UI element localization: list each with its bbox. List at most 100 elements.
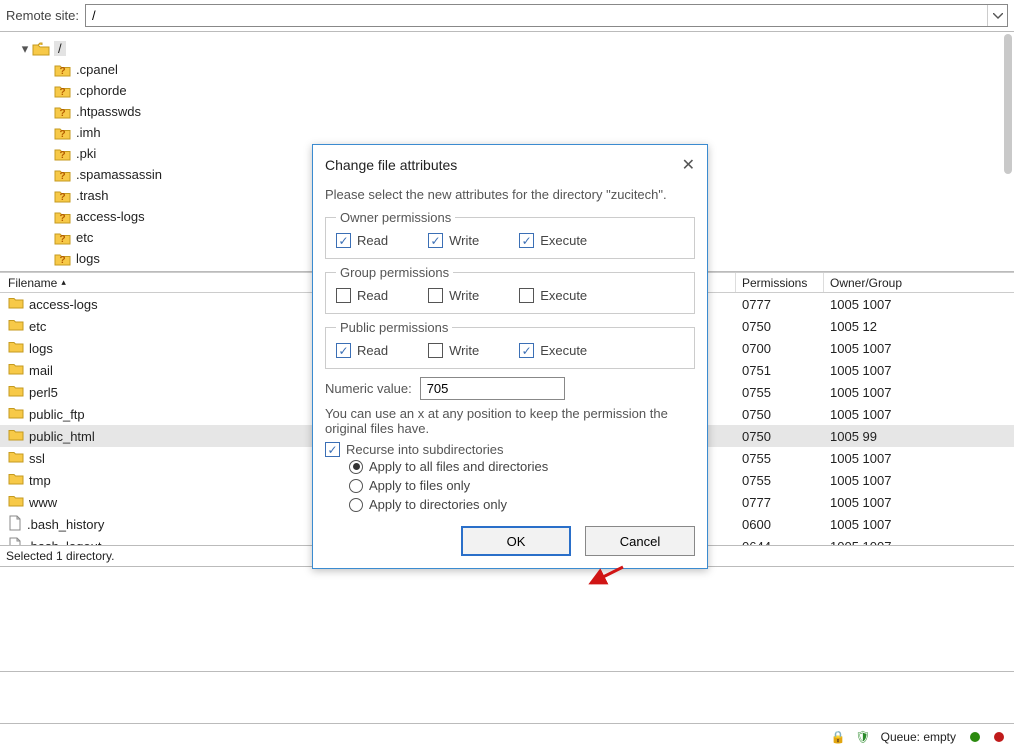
unknown-folder-icon: ? bbox=[54, 231, 72, 245]
file-owner: 1005 1007 bbox=[824, 363, 1014, 378]
file-permissions: 0755 bbox=[736, 473, 824, 488]
file-name: mail bbox=[29, 363, 53, 378]
apply-dirs-radio[interactable]: Apply to directories only bbox=[325, 495, 695, 514]
file-owner: 1005 1007 bbox=[824, 451, 1014, 466]
file-owner: 1005 1007 bbox=[824, 297, 1014, 312]
folder-icon bbox=[8, 384, 24, 400]
tree-item-label: .imh bbox=[76, 125, 101, 140]
change-attributes-dialog: Change file attributes ✕ Please select t… bbox=[312, 144, 708, 569]
close-icon[interactable]: ✕ bbox=[682, 155, 695, 175]
file-name: public_html bbox=[29, 429, 95, 444]
svg-text:?: ? bbox=[59, 192, 65, 203]
recurse-checkbox[interactable]: Recurse into subdirectories bbox=[325, 442, 695, 457]
tree-item-label: logs bbox=[76, 251, 100, 266]
public-permissions-group: Public permissions Read Write Execute bbox=[325, 320, 695, 369]
unknown-folder-icon: ? bbox=[54, 126, 72, 140]
folder-icon bbox=[8, 340, 24, 356]
unknown-folder-icon: ? bbox=[54, 210, 72, 224]
group-read-checkbox[interactable]: Read bbox=[336, 288, 388, 303]
ok-button[interactable]: OK bbox=[461, 526, 571, 556]
file-permissions: 0777 bbox=[736, 297, 824, 312]
file-icon bbox=[8, 515, 22, 534]
public-execute-checkbox[interactable]: Execute bbox=[519, 343, 587, 358]
unknown-folder-icon: ? bbox=[54, 147, 72, 161]
unknown-folder-icon: ? bbox=[54, 252, 72, 266]
remote-path-input[interactable] bbox=[86, 5, 987, 26]
file-name: etc bbox=[29, 319, 46, 334]
file-permissions: 0750 bbox=[736, 429, 824, 444]
file-permissions: 0777 bbox=[736, 495, 824, 510]
tree-item[interactable]: ?.htpasswds bbox=[4, 101, 1010, 122]
owner-execute-checkbox[interactable]: Execute bbox=[519, 233, 587, 248]
file-permissions: 0751 bbox=[736, 363, 824, 378]
shield-icon: 🛡 bbox=[855, 730, 870, 744]
svg-text:?: ? bbox=[59, 234, 65, 245]
folder-icon bbox=[8, 296, 24, 312]
tree-item[interactable]: ?.cpanel bbox=[4, 59, 1010, 80]
apply-all-radio[interactable]: Apply to all files and directories bbox=[325, 457, 695, 476]
queue-status: Queue: empty bbox=[881, 730, 956, 744]
group-execute-checkbox[interactable]: Execute bbox=[519, 288, 587, 303]
folder-icon bbox=[8, 428, 24, 444]
group-permissions-group: Group permissions Read Write Execute bbox=[325, 265, 695, 314]
group-write-checkbox[interactable]: Write bbox=[428, 288, 479, 303]
remote-path-combo[interactable] bbox=[85, 4, 1008, 27]
file-owner: 1005 99 bbox=[824, 429, 1014, 444]
remote-path-dropdown-button[interactable] bbox=[987, 5, 1007, 26]
svg-text:?: ? bbox=[59, 150, 65, 161]
file-name: ssl bbox=[29, 451, 45, 466]
apply-files-radio[interactable]: Apply to files only bbox=[325, 476, 695, 495]
folder-icon bbox=[32, 42, 50, 56]
tree-item-label: .cphorde bbox=[76, 83, 127, 98]
file-owner: 1005 1007 bbox=[824, 341, 1014, 356]
svg-text:?: ? bbox=[59, 255, 65, 266]
tree-item-label: .pki bbox=[76, 146, 96, 161]
file-icon bbox=[8, 537, 22, 546]
file-owner: 1005 1007 bbox=[824, 495, 1014, 510]
file-name: .bash_logout bbox=[27, 539, 101, 546]
dialog-title: Change file attributes bbox=[325, 157, 457, 173]
svg-text:?: ? bbox=[59, 87, 65, 98]
scrollbar-thumb[interactable] bbox=[1004, 34, 1012, 174]
file-name: public_ftp bbox=[29, 407, 85, 422]
status-led-red bbox=[994, 732, 1004, 742]
numeric-value-input[interactable] bbox=[420, 377, 565, 400]
public-write-checkbox[interactable]: Write bbox=[428, 343, 479, 358]
tree-item-label: .trash bbox=[76, 188, 109, 203]
owner-permissions-group: Owner permissions Read Write Execute bbox=[325, 210, 695, 259]
folder-icon bbox=[8, 318, 24, 334]
unknown-folder-icon: ? bbox=[54, 105, 72, 119]
tree-item-label: access-logs bbox=[76, 209, 145, 224]
svg-text:?: ? bbox=[59, 129, 65, 140]
unknown-folder-icon: ? bbox=[54, 63, 72, 77]
file-permissions: 0600 bbox=[736, 517, 824, 532]
file-name: perl5 bbox=[29, 385, 58, 400]
tree-item[interactable]: ? .cphorde bbox=[4, 80, 1010, 101]
tree-item[interactable]: ? .imh bbox=[4, 122, 1010, 143]
tree-root-row[interactable]: ▾ / bbox=[4, 38, 1010, 59]
file-owner: 1005 1007 bbox=[824, 473, 1014, 488]
file-name: logs bbox=[29, 341, 53, 356]
public-read-checkbox[interactable]: Read bbox=[336, 343, 388, 358]
file-permissions: 0755 bbox=[736, 451, 824, 466]
file-owner: 1005 1007 bbox=[824, 407, 1014, 422]
file-owner: 1005 12 bbox=[824, 319, 1014, 334]
owner-write-checkbox[interactable]: Write bbox=[428, 233, 479, 248]
dialog-description: Please select the new attributes for the… bbox=[325, 187, 695, 202]
status-bar: 🔒 🛡 Queue: empty bbox=[0, 723, 1014, 749]
file-permissions: 0700 bbox=[736, 341, 824, 356]
tree-item-label: etc bbox=[76, 230, 93, 245]
column-header-owner[interactable]: Owner/Group bbox=[824, 276, 1014, 290]
folder-icon bbox=[8, 406, 24, 422]
svg-text:?: ? bbox=[59, 66, 65, 77]
file-name: .bash_history bbox=[27, 517, 104, 532]
column-header-permissions[interactable]: Permissions bbox=[736, 273, 824, 292]
owner-read-checkbox[interactable]: Read bbox=[336, 233, 388, 248]
tree-item-label: .spamassassin bbox=[76, 167, 162, 182]
file-name: www bbox=[29, 495, 57, 510]
folder-icon bbox=[8, 494, 24, 510]
cancel-button[interactable]: Cancel bbox=[585, 526, 695, 556]
tree-collapse-icon[interactable]: ▾ bbox=[18, 41, 32, 57]
unknown-folder-icon: ? bbox=[54, 189, 72, 203]
file-name: tmp bbox=[29, 473, 51, 488]
